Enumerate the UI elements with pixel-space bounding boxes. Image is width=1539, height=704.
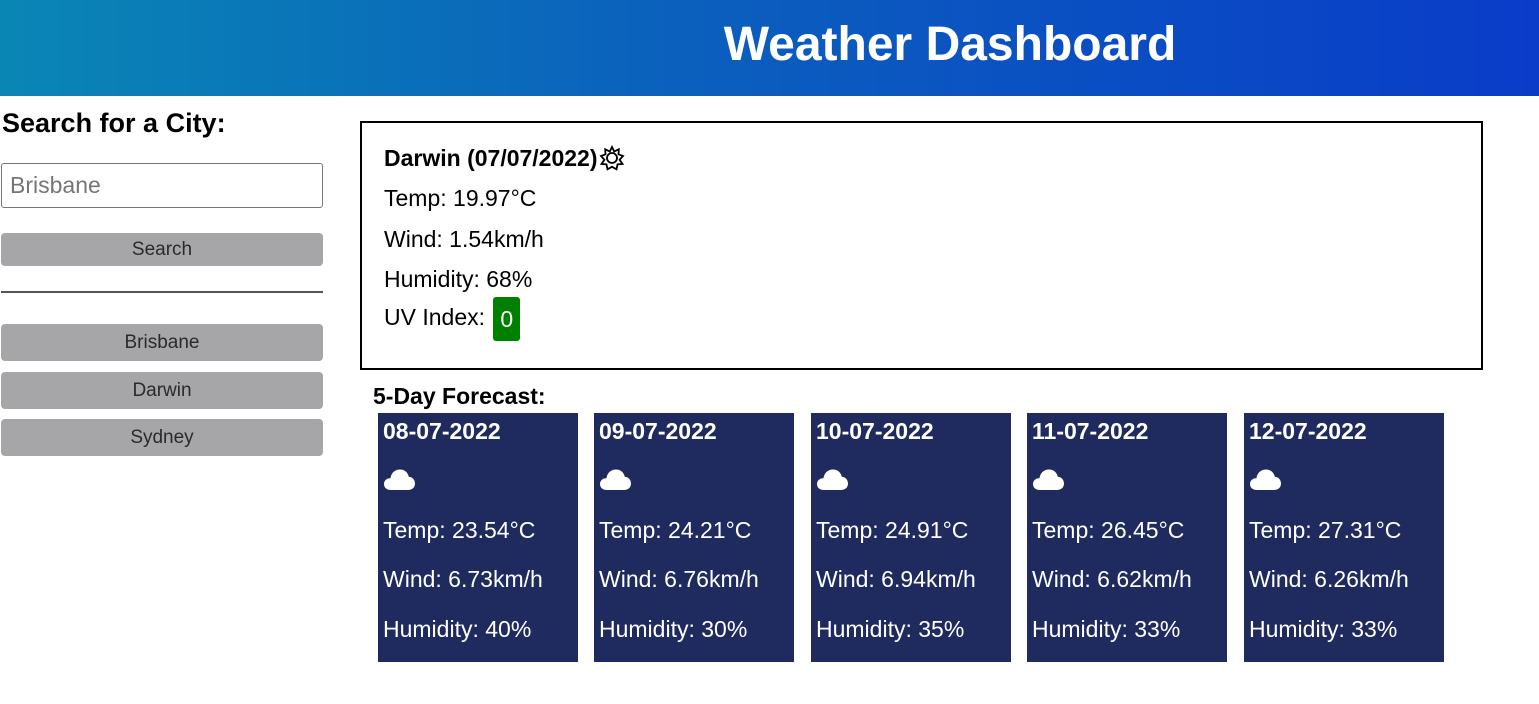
cloud-icon	[383, 467, 416, 496]
forecast-temp: Temp: 23.54°C	[383, 517, 536, 543]
uv-label: UV Index:	[384, 304, 485, 331]
current-city-date: Darwin (07/07/2022)	[384, 145, 598, 171]
history-button-brisbane[interactable]: Brisbane	[1, 324, 323, 361]
forecast-humidity: Humidity: 33%	[1249, 616, 1398, 642]
page-title: Weather Dashboard	[723, 18, 1177, 71]
forecast-temp: Temp: 27.31°C	[1249, 517, 1402, 543]
city-search-input[interactable]	[1, 163, 323, 208]
current-humidity: Humidity: 68%	[384, 266, 533, 292]
forecast-wind: Wind: 6.26km/h	[1249, 566, 1409, 592]
forecast-date: 09-07-2022	[599, 418, 717, 444]
forecast-date: 12-07-2022	[1249, 418, 1367, 444]
search-heading: Search for a City:	[2, 108, 226, 138]
forecast-wind: Wind: 6.73km/h	[383, 566, 543, 592]
forecast-card: 12-07-2022 Temp: 27.31°C Wind: 6.26km/h Hum…	[1244, 413, 1444, 662]
forecast-card: 10-07-2022 Temp: 24.91°C Wind: 6.94km/h Hum…	[811, 413, 1011, 662]
current-weather-panel: Darwin (07/07/2022) Temp: 19.97°C Wind: …	[360, 121, 1483, 370]
current-temp: Temp: 19.97°C	[384, 185, 537, 211]
current-wind: Wind: 1.54km/h	[384, 226, 544, 252]
cloud-icon	[599, 467, 632, 496]
cloud-icon	[816, 467, 849, 496]
forecast-card: 08-07-2022 Temp: 23.54°C Wind: 6.73km/h Hum…	[378, 413, 578, 662]
forecast-wind: Wind: 6.76km/h	[599, 566, 759, 592]
forecast-humidity: Humidity: 30%	[599, 616, 748, 642]
forecast-date: 11-07-2022	[1032, 418, 1149, 444]
history-button-sydney[interactable]: Sydney	[1, 419, 323, 456]
search-button[interactable]: Search	[1, 233, 323, 266]
forecast-wind: Wind: 6.62km/h	[1032, 566, 1192, 592]
cloud-icon	[1032, 467, 1065, 496]
forecast-temp: Temp: 24.91°C	[816, 517, 969, 543]
forecast-title: 5-Day Forecast:	[373, 383, 546, 409]
forecast-humidity: Humidity: 35%	[816, 616, 965, 642]
sidebar: Search for a City: Search Brisbane Darwi…	[0, 96, 324, 704]
gear-like-sun-icon	[598, 145, 625, 171]
current-uv-row: UV Index: 0	[384, 297, 521, 341]
forecast-humidity: Humidity: 40%	[383, 616, 532, 642]
forecast-wind: Wind: 6.94km/h	[816, 566, 976, 592]
forecast-card: 11-07-2022 Temp: 26.45°C Wind: 6.62km/h Hum…	[1027, 413, 1227, 662]
history-button-darwin[interactable]: Darwin	[1, 372, 323, 409]
divider	[1, 291, 323, 293]
cloud-icon	[1249, 467, 1282, 496]
uv-index-badge: 0	[493, 297, 521, 341]
forecast-temp: Temp: 26.45°C	[1032, 517, 1185, 543]
header-banner: Weather Dashboard	[0, 0, 1539, 96]
forecast-date: 08-07-2022	[383, 418, 501, 444]
forecast-card: 09-07-2022 Temp: 24.21°C Wind: 6.76km/h Hum…	[594, 413, 794, 662]
forecast-date: 10-07-2022	[816, 418, 934, 444]
current-weather-title-row: Darwin (07/07/2022)	[384, 143, 625, 173]
forecast-humidity: Humidity: 33%	[1032, 616, 1181, 642]
forecast-temp: Temp: 24.21°C	[599, 517, 752, 543]
